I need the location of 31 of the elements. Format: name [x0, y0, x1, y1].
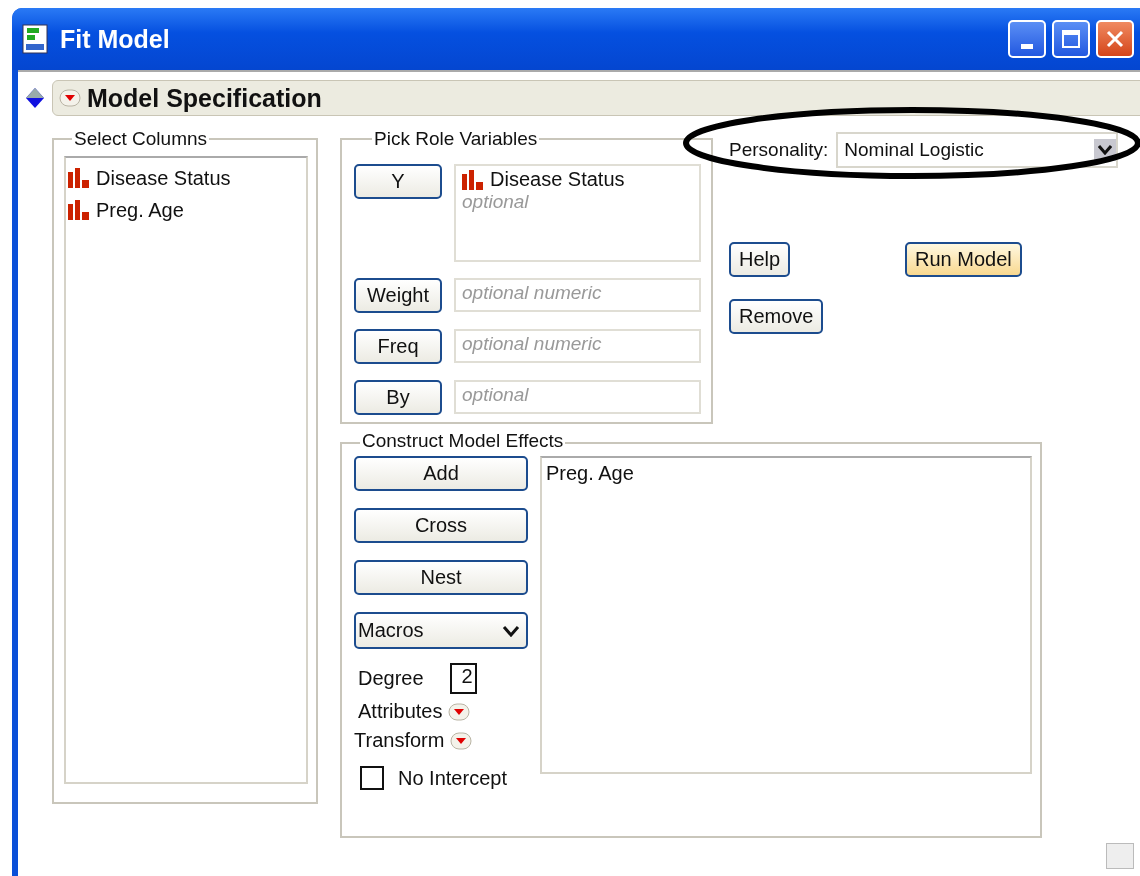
window-title: Fit Model [60, 24, 170, 54]
action-button[interactable]: Remove [729, 299, 824, 334]
column-item[interactable]: Preg. Age [96, 198, 184, 222]
effect-button[interactable]: Cross [354, 508, 528, 543]
degree-field[interactable]: 2 [449, 663, 477, 694]
personality-dropdown[interactable]: Nominal Logistic [836, 132, 1119, 168]
personality-label: Personality: [729, 139, 829, 161]
placeholder-text: optional [462, 191, 529, 212]
action-button[interactable]: Help [729, 242, 791, 277]
role-item: Disease Status [490, 168, 625, 191]
role-button[interactable]: Weight [354, 278, 442, 313]
placeholder-text: optional [462, 384, 529, 405]
role-button[interactable]: By [354, 380, 442, 415]
effect-item[interactable]: Preg. Age [546, 462, 1026, 485]
placeholder-text: optional numeric [462, 333, 602, 354]
group-title: Select Columns [73, 128, 209, 150]
action-button[interactable]: Run Model [905, 242, 1022, 277]
effect-button[interactable]: Add [354, 456, 528, 491]
transform-label: Transform [354, 729, 445, 752]
checkbox-label: No Intercept [398, 766, 507, 790]
group-title: Pick Role Variables [373, 128, 539, 150]
section-title: Model Specification [87, 83, 322, 113]
role-field[interactable]: Disease Status optional [454, 164, 701, 262]
placeholder-text: optional numeric [462, 282, 602, 303]
role-button[interactable]: Freq [354, 329, 442, 364]
effect-button[interactable]: Nest [354, 560, 528, 595]
role-button[interactable]: Y [354, 164, 442, 199]
attributes-label: Attributes [358, 700, 443, 723]
macros-dropdown[interactable]: Macros [354, 612, 528, 649]
degree-label: Degree [358, 667, 424, 690]
column-item[interactable]: Disease Status [96, 166, 231, 190]
